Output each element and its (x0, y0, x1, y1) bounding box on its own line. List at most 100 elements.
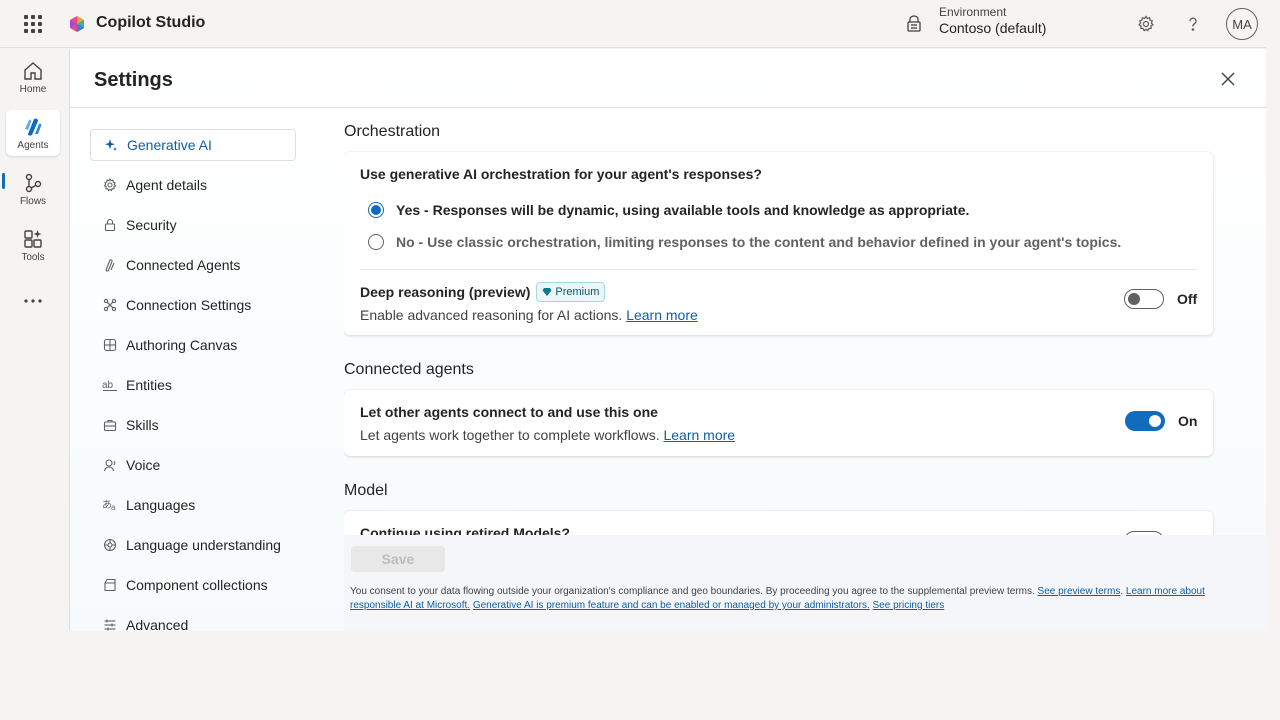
app-launcher-icon[interactable] (24, 15, 42, 33)
premium-badge: Premium (536, 282, 606, 302)
nav-advanced[interactable]: Advanced (90, 609, 296, 631)
sliders-icon (102, 617, 118, 631)
rail-item-agents[interactable]: Agents (6, 110, 60, 156)
deep-reasoning-learn-more-link[interactable]: Learn more (626, 307, 698, 323)
environment-label: Environment (939, 5, 1007, 19)
diamond-icon (542, 288, 552, 296)
nav-label: Connected Agents (126, 257, 241, 273)
connected-agents-description: Let agents work together to complete wor… (360, 427, 735, 443)
environment-picker[interactable]: Contoso (default) (939, 20, 1046, 36)
canvas-icon (102, 337, 118, 353)
consent-text: You consent to your data flowing outside… (350, 586, 1035, 597)
nav-label: Language understanding (126, 537, 281, 553)
deep-reasoning-description: Enable advanced reasoning for AI actions… (360, 307, 698, 323)
rail-item-flows[interactable]: Flows (6, 166, 60, 212)
settings-panel: Settings Generative AI Agent details Sec… (69, 49, 1267, 631)
rail-item-tools[interactable]: Tools (6, 222, 60, 268)
nav-authoring-canvas[interactable]: Authoring Canvas (90, 329, 296, 361)
nav-label: Skills (126, 417, 159, 433)
rail-label-tools: Tools (21, 251, 45, 263)
connected-agents-section-title: Connected agents (344, 361, 474, 378)
left-rail: Home Agents Flows Tools (0, 49, 68, 631)
deep-reasoning-desc-text: Enable advanced reasoning for AI actions… (360, 307, 623, 323)
card-separator (360, 269, 1197, 270)
nav-language-understanding[interactable]: Language understanding (90, 529, 296, 561)
connected-agents-icon (102, 257, 118, 273)
more-icon (24, 299, 42, 303)
copilot-logo-icon (70, 16, 84, 32)
nav-connection-settings[interactable]: Connection Settings (90, 289, 296, 321)
nav-agent-details[interactable]: Agent details (90, 169, 296, 201)
orchestration-card: Use generative AI orchestration for your… (344, 152, 1213, 335)
nav-security[interactable]: Security (90, 209, 296, 241)
connected-agents-learn-more-link[interactable]: Learn more (663, 427, 735, 443)
nav-entities[interactable]: ab Entities (90, 369, 296, 401)
app-window: Copilot Studio Environment Contoso (defa… (0, 0, 1280, 631)
deep-reasoning-title: Deep reasoning (preview) (360, 284, 531, 300)
settings-footer: Save You consent to your data flowing ou… (344, 535, 1267, 631)
radio-no-label: No - Use classic orchestration, limiting… (396, 234, 1122, 250)
rail-label-agents: Agents (17, 139, 49, 151)
nav-label: Agent details (126, 177, 207, 193)
nav-skills[interactable]: Skills (90, 409, 296, 441)
languages-icon: あa (102, 497, 118, 513)
connected-agents-title: Let other agents connect to and use this… (360, 404, 658, 420)
orchestration-option-no[interactable]: No - Use classic orchestration, limiting… (368, 234, 1121, 250)
deep-reasoning-row: Deep reasoning (preview) Premium (360, 282, 606, 302)
rail-label-flows: Flows (19, 195, 47, 207)
home-icon (24, 61, 42, 80)
pricing-tiers-link[interactable]: See pricing tiers (873, 600, 945, 611)
sparkle-icon (103, 137, 119, 153)
nav-voice[interactable]: Voice (90, 449, 296, 481)
model-section-title: Model (344, 482, 388, 499)
close-icon[interactable] (1218, 69, 1238, 89)
retired-models-title: Continue using retired Models? (360, 525, 571, 535)
preview-terms-link[interactable]: See preview terms (1038, 586, 1121, 597)
help-icon[interactable] (1182, 13, 1204, 35)
connected-agents-desc-text: Let agents work together to complete wor… (360, 427, 660, 443)
tools-icon (24, 229, 42, 248)
nav-component-collections[interactable]: Component collections (90, 569, 296, 601)
radio-yes[interactable] (368, 202, 384, 218)
nav-generative-ai[interactable]: Generative AI (90, 129, 296, 161)
premium-feature-link[interactable]: Generative AI is premium feature and can… (473, 600, 870, 611)
deep-reasoning-toggle[interactable] (1124, 289, 1164, 309)
svg-text:ab: ab (102, 380, 114, 391)
collection-icon (102, 577, 118, 593)
top-bar: Copilot Studio Environment Contoso (defa… (0, 0, 1266, 48)
panel-divider (70, 107, 1267, 108)
consent-notice: You consent to your data flowing outside… (350, 586, 1205, 611)
nav-label: Languages (126, 497, 196, 513)
lock-icon (102, 217, 118, 233)
entities-icon: ab (102, 377, 118, 393)
nav-label: Security (126, 217, 177, 233)
flows-icon (25, 173, 42, 192)
settings-gear-icon[interactable] (1135, 13, 1157, 35)
connection-icon (102, 297, 118, 313)
nav-label: Voice (126, 457, 161, 473)
environment-icon (907, 15, 921, 32)
rail-more-button[interactable] (6, 278, 60, 324)
user-avatar[interactable]: MA (1226, 8, 1258, 40)
rail-label-home: Home (19, 83, 47, 95)
brain-icon (102, 537, 118, 553)
agents-icon (25, 118, 42, 136)
connected-agents-toggle-state: On (1178, 413, 1198, 429)
nav-label: Connection Settings (126, 297, 252, 313)
connected-agents-toggle[interactable] (1125, 411, 1165, 431)
deep-reasoning-toggle-state: Off (1177, 291, 1198, 307)
orchestration-option-yes[interactable]: Yes - Responses will be dynamic, using a… (368, 202, 969, 218)
rail-item-home[interactable]: Home (6, 54, 60, 100)
nav-connected-agents[interactable]: Connected Agents (90, 249, 296, 281)
radio-no[interactable] (368, 234, 384, 250)
nav-label: Component collections (126, 577, 268, 593)
svg-text:a: a (111, 503, 116, 512)
nav-languages[interactable]: あa Languages (90, 489, 296, 521)
voice-icon (102, 457, 118, 473)
nav-label: Authoring Canvas (126, 337, 238, 353)
app-title: Copilot Studio (96, 14, 206, 31)
skills-icon (102, 417, 118, 433)
save-button[interactable]: Save (351, 546, 445, 572)
nav-label: Generative AI (127, 137, 212, 153)
gear-icon (102, 177, 118, 193)
